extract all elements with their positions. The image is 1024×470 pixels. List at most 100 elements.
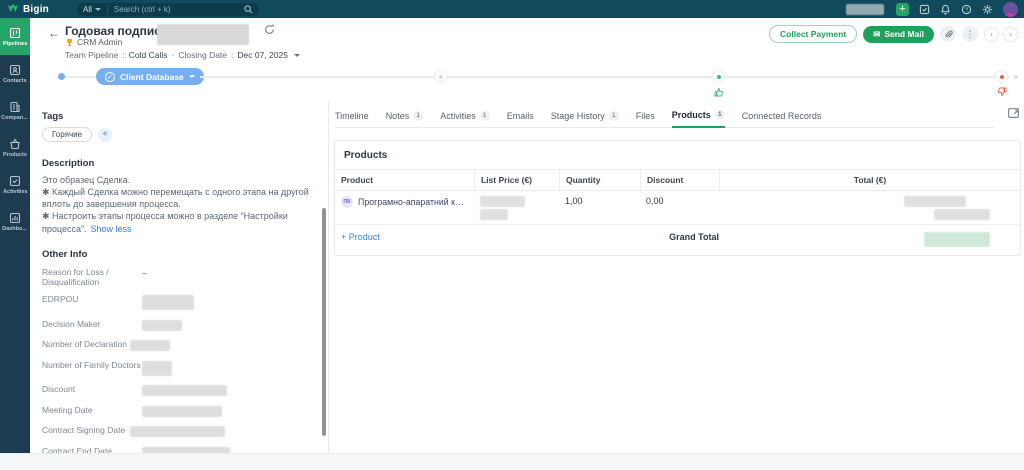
attachment-paperclip-button[interactable] <box>940 26 956 42</box>
settings-gear-icon[interactable] <box>982 4 993 15</box>
description-heading: Description <box>42 158 95 169</box>
sidebar-label: Pipelines <box>2 40 28 47</box>
user-avatar[interactable] <box>1003 1 1018 17</box>
field-value-redacted <box>142 405 314 419</box>
scrollbar-thumb[interactable] <box>322 208 326 436</box>
separator: · <box>171 50 175 60</box>
chevron-down-icon[interactable] <box>293 53 300 57</box>
sidebar-item-contacts[interactable]: Contacts <box>0 55 30 92</box>
activities-check-icon <box>9 175 21 186</box>
quantity-cell: 1,00 <box>565 196 583 206</box>
add-product-link[interactable]: + Product <box>335 232 474 242</box>
related-panel: Timeline Notes 1 Activities 1 Emails Stage… <box>329 100 1024 453</box>
next-record-button[interactable]: › <box>1003 26 1018 42</box>
tab-notes[interactable]: Notes 1 <box>386 104 424 128</box>
description-line: Это образец Сделка. <box>42 175 131 185</box>
separator: : <box>122 50 125 60</box>
description-text: Это образец Сделка. ✱ Каждый Сделка можн… <box>42 174 314 235</box>
field-row: Number of Family Doctors <box>42 360 314 378</box>
grand-total-value-redacted <box>719 232 1020 247</box>
envelope-icon: ✉ <box>873 28 881 39</box>
sidebar-label: Activities <box>2 188 28 195</box>
other-info-heading: Other Info <box>42 248 88 260</box>
tags-row: Горячие + <box>42 127 314 142</box>
sidebar-item-companies[interactable]: Compan... <box>0 92 30 129</box>
tab-stage-history[interactable]: Stage History 1 <box>551 104 619 128</box>
description-line: ✱ Каждый Сделка можно перемещать с одног… <box>42 187 309 210</box>
field-label: Reason for Loss / Disqualification <box>42 266 109 288</box>
help-icon[interactable]: ? <box>961 4 972 15</box>
company-building-icon <box>10 101 20 112</box>
field-label: EDRPOU <box>42 294 79 305</box>
field-value-redacted <box>142 294 314 312</box>
tab-emails[interactable]: Emails <box>507 104 534 128</box>
current-stage-label: Client Database <box>120 71 184 82</box>
products-table-header: Product List Price (€) Quantity Discount… <box>335 169 1020 191</box>
stage-milestone[interactable] <box>434 70 447 83</box>
app-root: Bigin All + ? <box>0 0 1024 470</box>
tags-heading: Tags <box>42 111 64 122</box>
stage-lost-dot[interactable] <box>995 70 1008 83</box>
tab-count-badge: 1 <box>413 110 424 121</box>
search-icon[interactable] <box>244 4 253 14</box>
stage-end-dot <box>1014 75 1018 79</box>
stage-won-dot[interactable] <box>712 70 725 83</box>
add-tag-button[interactable]: + <box>98 127 113 142</box>
other-info-fields: Reason for Loss / Disqualification – EDR… <box>42 267 314 453</box>
tab-products[interactable]: Products 1 <box>671 104 725 128</box>
more-options-button[interactable]: ⋮ <box>962 26 978 42</box>
field-row: Meeting Date <box>42 405 314 419</box>
field-label: Number of Declaration <box>42 339 128 350</box>
send-mail-button[interactable]: ✉ Send Mail <box>863 25 934 43</box>
tab-timeline[interactable]: Timeline <box>335 104 369 128</box>
sidebar-label: Contacts <box>3 77 27 84</box>
refresh-icon[interactable] <box>263 23 276 36</box>
stage-track: ✓ Client Database <box>30 68 1024 98</box>
tab-count-badge: 1 <box>479 110 490 121</box>
sidebar-item-dashboards[interactable]: Dashbo... <box>0 203 30 240</box>
pipeline-meta-row: Team Pipeline : Cold Calls · Closing Dat… <box>65 50 300 60</box>
back-arrow-icon[interactable]: ← <box>48 26 60 40</box>
search-input[interactable] <box>107 4 244 14</box>
sidebar-item-products[interactable]: Products <box>0 129 30 166</box>
col-list-price: List Price (€) <box>474 170 559 190</box>
tab-connected-records[interactable]: Connected Records <box>742 104 822 128</box>
product-name-link[interactable]: Програмно-апаратний комплекс ... <box>358 197 468 207</box>
brand[interactable]: Bigin <box>0 3 49 15</box>
sidebar-item-activities[interactable]: Activities <box>0 166 30 203</box>
previous-record-button[interactable]: ‹ <box>984 26 999 42</box>
current-stage-pill[interactable]: ✓ Client Database <box>96 68 204 85</box>
window-bottom-edge <box>0 453 1024 470</box>
quick-add-button[interactable]: + <box>896 2 909 16</box>
stage-check-icon: ✓ <box>105 71 115 82</box>
list-price-cell-redacted <box>474 196 559 220</box>
separator: : <box>231 50 234 60</box>
col-quantity: Quantity <box>559 170 640 190</box>
search-scope-dropdown[interactable]: All <box>83 4 108 14</box>
stage-line <box>62 76 98 78</box>
notifications-bell-icon[interactable] <box>940 4 951 15</box>
show-less-link[interactable]: Show less <box>90 224 131 234</box>
open-in-window-icon[interactable] <box>1007 106 1020 119</box>
tab-files[interactable]: Files <box>636 104 655 128</box>
tab-count-badge: 1 <box>608 110 619 121</box>
related-tabs: Timeline Notes 1 Activities 1 Emails Stage… <box>335 104 994 128</box>
collect-payment-button[interactable]: Collect Payment <box>769 25 858 43</box>
sidebar-item-pipelines[interactable]: Pipelines <box>0 18 30 55</box>
col-discount: Discount <box>640 170 719 190</box>
field-value-redacted <box>130 425 314 439</box>
tag-chip[interactable]: Горячие <box>42 127 93 142</box>
redacted-title-text <box>157 24 249 45</box>
thumbs-down-icon[interactable] <box>997 87 1007 97</box>
send-mail-label: Send Mail <box>884 29 924 39</box>
chevron-down-icon <box>188 75 195 78</box>
thumbs-up-icon[interactable] <box>714 87 724 97</box>
tab-activities[interactable]: Activities 1 <box>440 104 490 128</box>
products-card: Products Product List Price (€) Quantity… <box>334 140 1021 256</box>
trophy-icon <box>67 38 72 46</box>
record-pager: ‹ › <box>984 26 1018 42</box>
tasks-icon[interactable] <box>919 4 930 15</box>
field-label: Number of Family Doctors <box>42 359 141 370</box>
closing-date-value[interactable]: Dec 07, 2025 <box>237 50 288 60</box>
tab-count-badge: 1 <box>714 109 725 120</box>
